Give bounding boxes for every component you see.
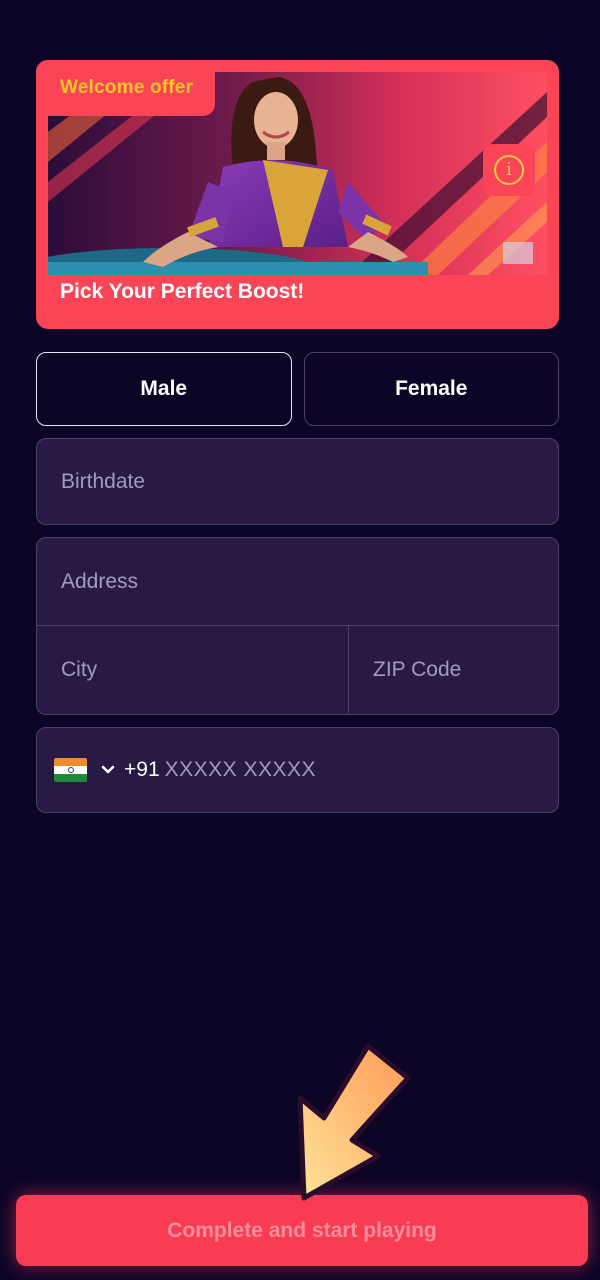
banner-title: Pick Your Perfect Boost! [60,280,305,303]
address-field[interactable]: Address [37,538,558,626]
dial-code: +91 [124,758,160,781]
zip-code-placeholder: ZIP Code [373,658,462,681]
arrow-pointer-icon [297,1043,411,1201]
gender-male-button[interactable]: Male [36,352,292,426]
gender-selector: Male Female [36,352,559,426]
birthdate-placeholder: Birthdate [61,469,146,493]
phone-field[interactable]: +91 XXXXX XXXXX [36,727,559,813]
info-button[interactable]: i [483,144,535,196]
chevron-down-icon[interactable] [101,763,115,777]
welcome-offer-label: Welcome offer [60,77,194,98]
info-icon: i [494,155,524,185]
address-group: Address City ZIP Code [36,537,559,715]
city-zip-row: City ZIP Code [37,626,558,714]
zip-code-field[interactable]: ZIP Code [349,626,558,714]
registration-page: Welcome offer i Pick Your Perfect Boost!… [0,0,600,1280]
india-flag-icon[interactable] [54,758,87,782]
address-placeholder: Address [61,569,139,593]
welcome-offer-badge: Welcome offer [36,60,216,116]
phone-placeholder: XXXXX XXXXX [164,758,317,781]
birthdate-field[interactable]: Birthdate [36,438,559,525]
city-placeholder: City [61,658,98,681]
city-field[interactable]: City [37,626,349,714]
gender-female-button[interactable]: Female [303,352,559,426]
welcome-offer-banner[interactable]: Welcome offer i Pick Your Perfect Boost! [36,60,559,329]
